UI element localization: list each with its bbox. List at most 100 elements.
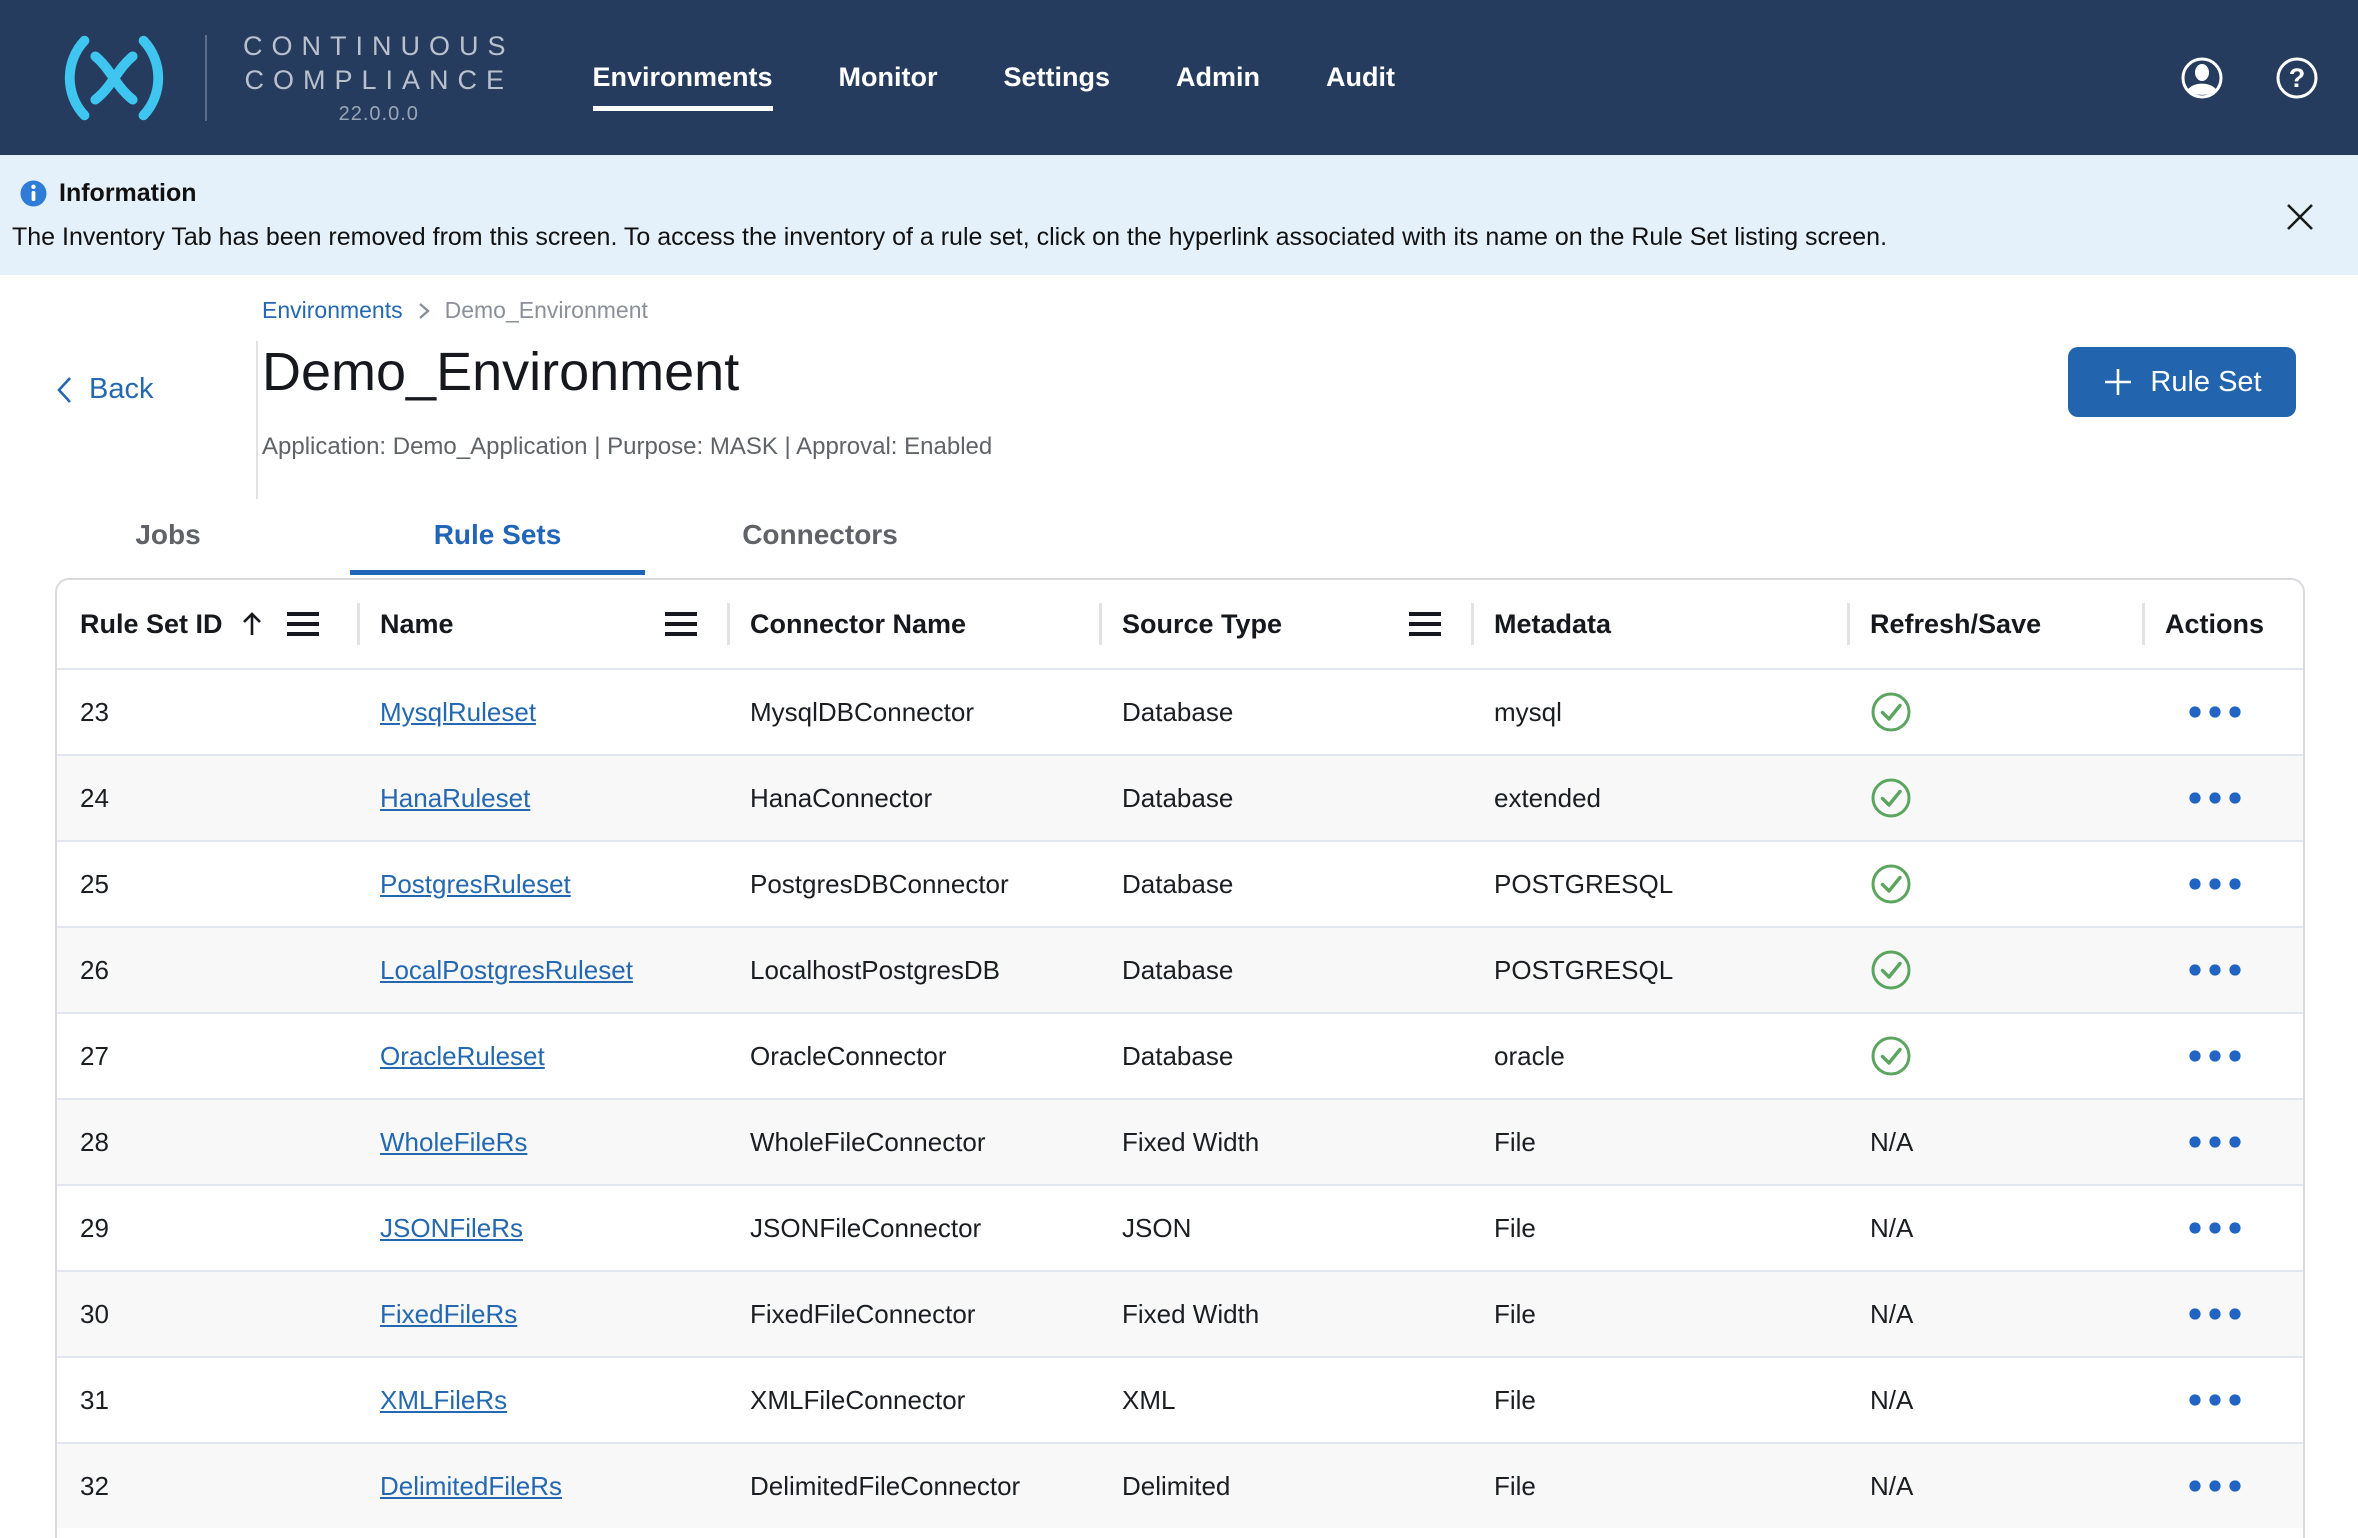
rule-set-link[interactable]: MysqlRuleset xyxy=(380,697,536,728)
rule-set-link[interactable]: JSONFileRs xyxy=(380,1213,523,1244)
cell-source-type: XML xyxy=(1099,1385,1471,1416)
cell-refresh-save: N/A xyxy=(1847,1213,2142,1244)
cell-source-type: Database xyxy=(1099,955,1471,986)
cell-source-type: Database xyxy=(1099,783,1471,814)
add-rule-set-label: Rule Set xyxy=(2150,366,2261,399)
cell-connector-name: DelimitedFileConnector xyxy=(727,1471,1099,1502)
column-label: Name xyxy=(380,609,454,640)
cell-rule-set-id: 32 xyxy=(57,1471,357,1502)
cell-refresh-save xyxy=(1847,691,2142,733)
rule-set-link[interactable]: WholeFileRs xyxy=(380,1127,527,1158)
actions-menu-icon[interactable] xyxy=(2188,791,2244,805)
table-header-row: Rule Set IDNameConnector NameSource Type… xyxy=(57,580,2303,668)
back-label: Back xyxy=(89,373,153,406)
cell-actions xyxy=(2142,1393,2303,1407)
column-label: Refresh/Save xyxy=(1870,609,2041,640)
actions-menu-icon[interactable] xyxy=(2188,1307,2244,1321)
user-profile-icon[interactable] xyxy=(2180,56,2224,100)
cell-source-type: Database xyxy=(1099,697,1471,728)
table-row: 32 DelimitedFileRs DelimitedFileConnectorD… xyxy=(57,1442,2303,1528)
close-icon[interactable] xyxy=(2282,199,2318,235)
cell-metadata: POSTGRESQL xyxy=(1471,869,1847,900)
column-header-rule-set-id: Rule Set ID xyxy=(57,580,357,668)
column-menu-icon[interactable] xyxy=(663,610,699,638)
cell-connector-name: JSONFileConnector xyxy=(727,1213,1099,1244)
cell-metadata: File xyxy=(1471,1213,1847,1244)
nav-item-settings[interactable]: Settings xyxy=(1004,44,1111,111)
cell-refresh-save xyxy=(1847,949,2142,991)
tab-rule-sets[interactable]: Rule Sets xyxy=(350,503,645,575)
tab-jobs[interactable]: Jobs xyxy=(90,503,246,575)
column-divider xyxy=(357,603,360,645)
cell-rule-set-id: 30 xyxy=(57,1299,357,1330)
back-button[interactable]: Back xyxy=(55,373,153,406)
cell-actions xyxy=(2142,1049,2303,1063)
cell-actions xyxy=(2142,1135,2303,1149)
actions-menu-icon[interactable] xyxy=(2188,1221,2244,1235)
cell-source-type: Delimited xyxy=(1099,1471,1471,1502)
cell-source-type: Database xyxy=(1099,869,1471,900)
nav-right: ? xyxy=(2180,56,2358,100)
cell-name: PostgresRuleset xyxy=(357,869,727,900)
rule-set-link[interactable]: XMLFileRs xyxy=(380,1385,507,1416)
cell-actions xyxy=(2142,877,2303,891)
column-label: Metadata xyxy=(1494,609,1611,640)
rule-set-link[interactable]: OracleRuleset xyxy=(380,1041,545,1072)
chevron-left-icon xyxy=(55,375,73,405)
refresh-na-label: N/A xyxy=(1870,1213,1913,1244)
cell-actions xyxy=(2142,1307,2303,1321)
rule-set-link[interactable]: HanaRuleset xyxy=(380,783,530,814)
page-title: Demo_Environment xyxy=(262,341,739,403)
column-label: Rule Set ID xyxy=(80,609,223,640)
brand-divider xyxy=(205,35,207,121)
add-rule-set-button[interactable]: Rule Set xyxy=(2068,347,2296,417)
cell-name: FixedFileRs xyxy=(357,1299,727,1330)
cell-actions xyxy=(2142,1479,2303,1493)
column-menu-icon[interactable] xyxy=(1407,610,1443,638)
app-logo[interactable] xyxy=(55,35,173,121)
banner-message: The Inventory Tab has been removed from … xyxy=(12,223,1887,252)
actions-menu-icon[interactable] xyxy=(2188,963,2244,977)
nav-item-admin[interactable]: Admin xyxy=(1176,44,1260,111)
breadcrumb-environments-link[interactable]: Environments xyxy=(262,297,403,324)
column-divider xyxy=(727,603,730,645)
cell-connector-name: OracleConnector xyxy=(727,1041,1099,1072)
refresh-success-icon xyxy=(1870,777,1912,819)
cell-connector-name: FixedFileConnector xyxy=(727,1299,1099,1330)
actions-menu-icon[interactable] xyxy=(2188,1479,2244,1493)
cell-refresh-save: N/A xyxy=(1847,1299,2142,1330)
actions-menu-icon[interactable] xyxy=(2188,705,2244,719)
actions-menu-icon[interactable] xyxy=(2188,1393,2244,1407)
table-body: 23MysqlRulesetMysqlDBConnectorDatabasemy… xyxy=(57,668,2303,1528)
table-row: 24HanaRulesetHanaConnectorDatabaseextend… xyxy=(57,754,2303,840)
column-menu-icon[interactable] xyxy=(285,610,321,638)
table-row: 28WholeFileRsWholeFileConnectorFixed Wid… xyxy=(57,1098,2303,1184)
page-subtitle: Application: Demo_Application | Purpose:… xyxy=(262,433,992,461)
column-header-connector-name: Connector Name xyxy=(727,580,1099,668)
column-divider xyxy=(1847,603,1850,645)
nav-item-audit[interactable]: Audit xyxy=(1326,44,1395,111)
sort-ascending-icon[interactable] xyxy=(241,609,263,639)
actions-menu-icon[interactable] xyxy=(2188,877,2244,891)
breadcrumb-current: Demo_Environment xyxy=(445,297,648,324)
actions-menu-icon[interactable] xyxy=(2188,1049,2244,1063)
cell-name: DelimitedFileRs xyxy=(357,1471,727,1502)
help-icon[interactable]: ? xyxy=(2275,56,2319,100)
tab-connectors[interactable]: Connectors xyxy=(725,503,915,575)
cell-refresh-save xyxy=(1847,777,2142,819)
nav-item-monitor[interactable]: Monitor xyxy=(839,44,938,111)
cell-source-type: Database xyxy=(1099,1041,1471,1072)
column-divider xyxy=(1471,603,1474,645)
cell-rule-set-id: 29 xyxy=(57,1213,357,1244)
rule-set-link[interactable]: DelimitedFileRs xyxy=(380,1471,562,1502)
product-line2: COMPLIANCE xyxy=(243,63,515,97)
actions-menu-icon[interactable] xyxy=(2188,1135,2244,1149)
rule-set-link[interactable]: LocalPostgresRuleset xyxy=(380,955,633,986)
rule-set-link[interactable]: PostgresRuleset xyxy=(380,869,571,900)
rule-set-link[interactable]: FixedFileRs xyxy=(380,1299,517,1330)
cell-refresh-save xyxy=(1847,863,2142,905)
table-row: 25PostgresRulesetPostgresDBConnectorData… xyxy=(57,840,2303,926)
top-navbar: CONTINUOUS COMPLIANCE 22.0.0.0 Environme… xyxy=(0,0,2358,155)
cell-refresh-save: N/A xyxy=(1847,1471,2142,1502)
nav-item-environments[interactable]: Environments xyxy=(593,44,773,111)
